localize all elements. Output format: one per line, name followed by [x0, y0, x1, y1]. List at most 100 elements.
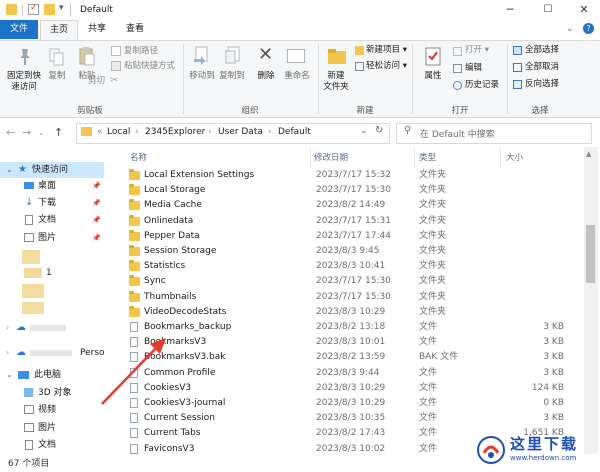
group-separator — [318, 44, 319, 114]
minimize-button[interactable]: ─ — [492, 0, 528, 20]
nav-quick-access[interactable]: ⌄ ★ 快速访问 — [0, 162, 104, 178]
up-arrow-icon[interactable]: ↑ — [54, 126, 63, 139]
file-row[interactable]: Local Storage 2023/7/17 15:30 文件夹 — [124, 183, 564, 198]
column-header-name[interactable]: 名称 — [130, 151, 147, 163]
chevron-down-icon: ⌄ — [6, 370, 13, 379]
scroll-up-icon[interactable]: ▲ — [586, 150, 591, 158]
file-row[interactable]: VideoDecodeStats 2023/8/3 10:29 文件夹 — [124, 305, 564, 320]
breadcrumb-separator[interactable]: › — [208, 127, 212, 137]
new-folder-quick-icon[interactable] — [44, 4, 55, 15]
move-to-button[interactable]: 移动到 — [186, 71, 218, 82]
vertical-scrollbar[interactable] — [584, 147, 598, 454]
maximize-button[interactable]: ☐ — [530, 0, 566, 20]
rename-button[interactable]: 重命名 — [281, 71, 313, 82]
nav-videos[interactable]: 视频 — [0, 402, 104, 418]
refresh-icon[interactable]: ↻ — [375, 125, 383, 136]
back-arrow-icon[interactable]: ← — [6, 126, 15, 139]
cut-button[interactable]: 剪切 — [88, 76, 105, 87]
file-row[interactable]: Onlinedata 2023/7/17 15:31 文件夹 — [124, 214, 564, 229]
select-none-button[interactable]: 全部取消 — [525, 62, 559, 73]
open-button[interactable]: 打开 ▾ — [465, 45, 489, 56]
tab-view[interactable]: 查看 — [118, 20, 152, 39]
nav-pictures-pc[interactable]: 图片 — [0, 420, 104, 436]
copy-to-button[interactable]: 复制到 — [216, 71, 248, 82]
nav-desktop[interactable]: 桌面 📌 — [0, 178, 104, 194]
column-header-type[interactable]: 类型 — [419, 151, 436, 163]
file-date: 2023/8/3 10:02 — [316, 443, 386, 454]
delete-button[interactable]: 删除 — [252, 71, 280, 82]
copy-button[interactable]: 复制 — [44, 71, 70, 82]
file-row[interactable]: Media Cache 2023/8/2 14:49 文件夹 — [124, 198, 564, 213]
column-divider[interactable] — [500, 148, 501, 166]
nav-documents[interactable]: 文档 📌 — [0, 212, 104, 228]
tab-home[interactable]: 主页 — [40, 20, 78, 40]
file-row[interactable]: Bookmarks_backup 2023/8/2 13:18 文件 3 KB — [124, 320, 564, 335]
tab-file[interactable]: 文件 — [0, 20, 38, 39]
document-icon — [25, 440, 33, 450]
new-group-label: 新建 — [356, 106, 374, 116]
file-row[interactable]: BookmarksV3 2023/8/3 10:01 文件 3 KB — [124, 335, 564, 350]
breadcrumb-separator[interactable]: › — [135, 127, 139, 137]
invert-selection-button[interactable]: 反向选择 — [525, 79, 559, 90]
nav-label: 图片 — [38, 423, 57, 433]
breadcrumb-default[interactable]: Default — [278, 127, 311, 137]
nav-pictures[interactable]: 图片 📌 — [0, 230, 104, 246]
scrollbar-thumb[interactable] — [586, 225, 595, 283]
close-button[interactable]: ✕ — [566, 0, 600, 20]
pin-to-quick-access-button[interactable]: 固定到快 速访问 — [2, 71, 46, 93]
file-row[interactable]: Local Extension Settings 2023/7/17 15:32 文… — [124, 168, 564, 183]
properties-quick-icon[interactable]: ✓ — [28, 3, 39, 15]
new-folder-button[interactable]: 新建 文件夹 — [320, 71, 352, 93]
file-row[interactable]: Session Storage 2023/8/3 9:45 文件夹 — [124, 244, 564, 259]
column-divider[interactable] — [414, 148, 415, 166]
breadcrumb-overflow[interactable]: « — [97, 127, 103, 137]
quick-access-toolbar-dropdown-icon[interactable]: ▾ — [59, 3, 64, 13]
nav-folder-1[interactable]: 1 — [0, 265, 104, 281]
copy-path-button[interactable]: 复制路径 — [124, 46, 158, 57]
new-item-icon — [355, 46, 364, 55]
column-header-size[interactable]: 大小 — [506, 151, 523, 163]
search-input[interactable]: 在 Default 中搜索 — [420, 127, 495, 140]
paste-shortcut-button[interactable]: 粘贴快捷方式 — [124, 61, 175, 72]
nav-documents-pc[interactable]: 文档 — [0, 437, 104, 453]
folder-icon — [129, 214, 140, 226]
breadcrumb-separator[interactable]: › — [268, 127, 272, 137]
file-row[interactable]: Sync 2023/7/17 15:30 文件夹 — [124, 274, 564, 289]
new-item-button[interactable]: 新建项目 ▾ — [366, 45, 407, 56]
nav-3d-objects[interactable]: 3D 对象 — [0, 385, 104, 401]
edit-icon — [453, 64, 462, 73]
file-row[interactable]: CookiesV3 2023/8/3 10:29 文件 124 KB — [124, 381, 564, 396]
properties-button[interactable]: 属性 — [418, 71, 448, 82]
collapse-ribbon-icon[interactable]: ⌄ — [566, 24, 574, 34]
help-icon[interactable]: ? — [583, 23, 594, 34]
nav-onedrive[interactable]: › ☁ — [0, 320, 104, 336]
column-header-date[interactable]: 修改日期 — [314, 151, 348, 163]
file-row[interactable]: Pepper Data 2023/7/17 17:44 文件夹 — [124, 229, 564, 244]
breadcrumb-user-data[interactable]: User Data — [218, 127, 263, 137]
nav-this-pc[interactable]: ⌄ 此电脑 — [0, 367, 104, 383]
file-row[interactable]: CookiesV3-journal 2023/8/3 10:29 文件 0 KB — [124, 396, 564, 411]
forward-arrow-icon[interactable]: → — [22, 126, 31, 139]
history-button[interactable]: 历史记录 — [465, 80, 499, 91]
address-dropdown-icon[interactable]: ⌄ — [360, 126, 368, 136]
easy-access-button[interactable]: 轻松访问 ▾ — [366, 61, 407, 72]
file-row[interactable]: Current Session 2023/8/3 10:35 文件 3 KB — [124, 411, 564, 426]
file-row[interactable]: BookmarksV3.bak 2023/8/2 13:59 BAK 文件 3 KB — [124, 350, 564, 365]
column-divider[interactable] — [310, 148, 311, 166]
file-row[interactable]: Statistics 2023/8/3 10:41 文件夹 — [124, 259, 564, 274]
breadcrumb-2345explorer[interactable]: 2345Explorer — [145, 127, 205, 137]
select-all-button[interactable]: 全部选择 — [525, 45, 559, 56]
file-date: 2023/8/3 10:29 — [316, 398, 386, 408]
file-date: 2023/8/3 10:29 — [316, 382, 386, 393]
nav-downloads[interactable]: ↓ 下载 📌 — [0, 195, 104, 211]
breadcrumb-local[interactable]: Local — [107, 127, 130, 137]
file-row[interactable]: Thumbnails 2023/7/17 15:30 文件夹 — [124, 290, 564, 305]
watermark-url: www.herdown.com — [510, 454, 577, 462]
cloud-icon: ☁ — [16, 322, 26, 333]
tab-share[interactable]: 共享 — [80, 20, 114, 39]
file-row[interactable]: Common Profile 2023/8/3 9:44 文件 3 KB — [124, 366, 564, 381]
recent-locations-icon[interactable]: ⌄ — [38, 128, 45, 137]
edit-button[interactable]: 编辑 — [465, 63, 482, 74]
file-name: Session Storage — [144, 246, 217, 256]
nav-onedrive-personal[interactable]: › ☁ Perso — [0, 345, 105, 361]
